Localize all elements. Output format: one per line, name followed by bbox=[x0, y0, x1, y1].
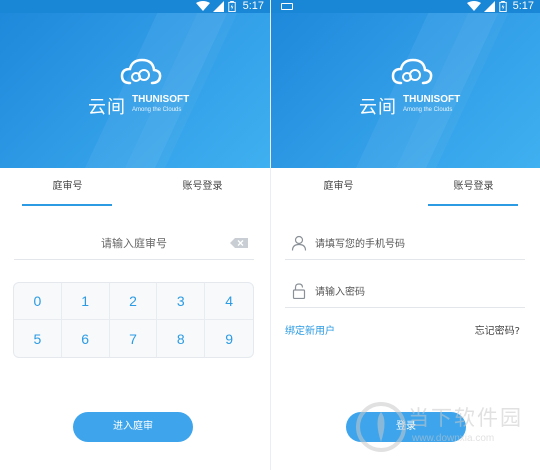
key-0[interactable]: 0 bbox=[14, 283, 62, 320]
watermark: 当下软件园 www.downxia.com bbox=[348, 400, 538, 460]
court-login-screen: 5:17 云间 THUNISOFT Among the Clouds 庭审号 账… bbox=[0, 0, 270, 470]
brand-tagline: Among the Clouds bbox=[403, 107, 453, 113]
signal-icon bbox=[484, 1, 495, 12]
cloud-logo-icon bbox=[391, 58, 433, 85]
brand-name-en: THUNISOFT bbox=[403, 94, 461, 105]
backspace-icon[interactable] bbox=[230, 238, 248, 248]
key-4[interactable]: 4 bbox=[205, 283, 253, 320]
tab-account-login[interactable]: 账号登录 bbox=[135, 168, 270, 208]
cloud-logo-icon bbox=[120, 58, 162, 85]
status-bar: 5:17 bbox=[271, 0, 540, 13]
enter-court-button[interactable]: 进入庭审 bbox=[73, 412, 193, 442]
battery-icon bbox=[228, 1, 236, 12]
user-icon bbox=[291, 235, 307, 251]
tab-label: 账号登录 bbox=[453, 181, 494, 192]
phone-input[interactable] bbox=[315, 230, 520, 258]
key-5[interactable]: 5 bbox=[14, 320, 62, 357]
key-1[interactable]: 1 bbox=[61, 283, 110, 320]
tab-court-number[interactable]: 庭审号 bbox=[271, 168, 406, 208]
court-number-field bbox=[14, 228, 254, 260]
numeric-keypad: 0 1 2 3 4 5 6 7 8 9 bbox=[13, 282, 254, 358]
login-tabs: 庭审号 账号登录 bbox=[271, 168, 540, 208]
signal-icon bbox=[213, 1, 224, 12]
wifi-icon bbox=[467, 1, 481, 11]
court-number-input[interactable] bbox=[14, 228, 254, 258]
watermark-logo-icon bbox=[356, 402, 406, 452]
bind-new-user-link[interactable]: 绑定新用户 bbox=[285, 322, 335, 337]
lock-icon bbox=[292, 283, 306, 299]
tab-label: 庭审号 bbox=[52, 181, 83, 192]
password-field bbox=[285, 276, 525, 308]
password-input[interactable] bbox=[315, 278, 520, 306]
forgot-password-link[interactable]: 忘记密码? bbox=[475, 322, 520, 337]
tab-court-number[interactable]: 庭审号 bbox=[0, 168, 135, 208]
watermark-title: 当下软件园 bbox=[408, 406, 523, 430]
key-9[interactable]: 9 bbox=[205, 320, 253, 357]
wifi-icon bbox=[196, 1, 210, 11]
tab-account-login[interactable]: 账号登录 bbox=[406, 168, 540, 208]
brand-name-zh: 云间 bbox=[359, 97, 397, 118]
keyboard-notification-icon bbox=[281, 3, 293, 10]
tab-label: 账号登录 bbox=[182, 181, 223, 192]
brand-tagline: Among the Clouds bbox=[132, 107, 182, 113]
status-time: 5:17 bbox=[512, 0, 534, 12]
phone-field bbox=[285, 228, 525, 260]
brand-header: 云间 THUNISOFT Among the Clouds bbox=[0, 13, 270, 168]
key-8[interactable]: 8 bbox=[157, 320, 206, 357]
key-2[interactable]: 2 bbox=[109, 283, 158, 320]
brand-name-en: THUNISOFT bbox=[132, 94, 190, 105]
active-tab-indicator bbox=[22, 204, 112, 206]
watermark-url: www.downxia.com bbox=[412, 433, 495, 444]
battery-icon bbox=[499, 1, 507, 12]
status-time: 5:17 bbox=[242, 0, 264, 12]
brand-header: 云间 THUNISOFT Among the Clouds bbox=[271, 13, 540, 168]
brand-logo: 云间 THUNISOFT Among the Clouds bbox=[88, 57, 198, 127]
brand-name-zh: 云间 bbox=[88, 97, 126, 118]
key-6[interactable]: 6 bbox=[62, 320, 110, 357]
tab-label: 庭审号 bbox=[323, 181, 354, 192]
key-3[interactable]: 3 bbox=[157, 283, 206, 320]
key-7[interactable]: 7 bbox=[110, 320, 158, 357]
login-tabs: 庭审号 账号登录 bbox=[0, 168, 270, 208]
status-bar: 5:17 bbox=[0, 0, 270, 13]
brand-logo: 云间 THUNISOFT Among the Clouds bbox=[359, 57, 469, 127]
active-tab-indicator bbox=[428, 204, 518, 206]
